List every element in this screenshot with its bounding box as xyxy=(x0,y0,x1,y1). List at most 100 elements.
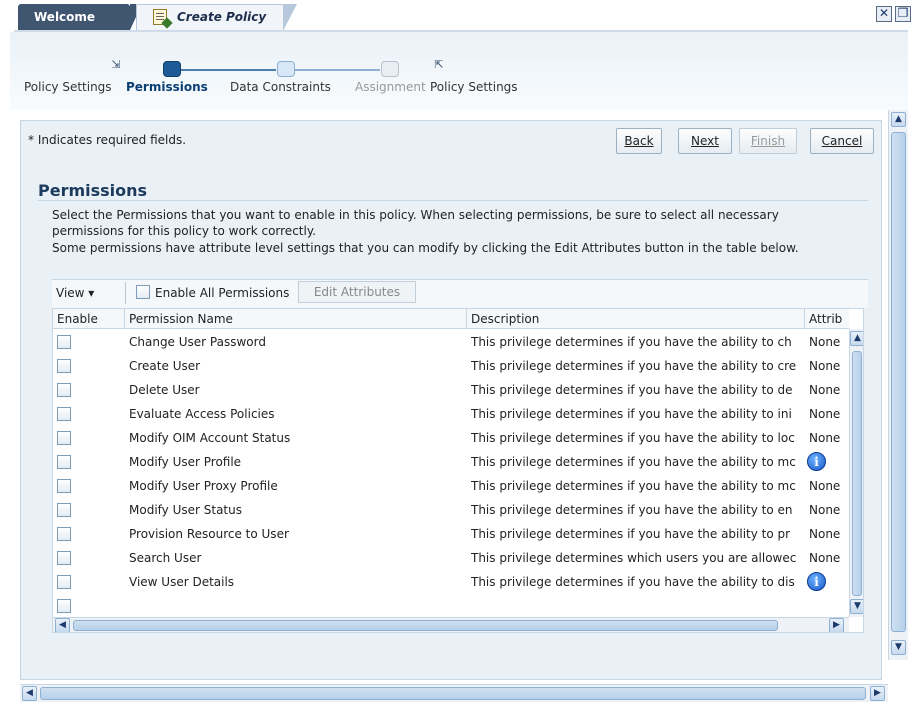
enable-checkbox[interactable] xyxy=(57,503,71,517)
description-line-1: Select the Permissions that you want to … xyxy=(52,208,779,222)
train-connector-2 xyxy=(294,69,380,71)
permission-name-cell: Modify User Proxy Profile xyxy=(129,479,278,493)
description-cell: This privilege determines if you have th… xyxy=(471,527,791,541)
enable-checkbox[interactable] xyxy=(57,359,71,373)
enable-cell xyxy=(53,330,125,354)
enable-checkbox[interactable] xyxy=(57,407,71,421)
table-row[interactable]: View User Details This privilege determin… xyxy=(53,570,849,594)
page-scroll-up-icon[interactable]: ▲ xyxy=(891,112,906,127)
enable-checkbox[interactable] xyxy=(57,527,71,541)
page-hscroll-thumb[interactable] xyxy=(40,687,866,700)
section-title: Permissions xyxy=(38,181,148,200)
page-scroll-right-icon[interactable]: ▶ xyxy=(870,686,885,701)
attributes-cell: None xyxy=(809,431,841,445)
table-row[interactable]: Modify OIM Account Status This privilege … xyxy=(53,426,849,450)
table-vertical-scrollbar[interactable]: ▲ ▼ xyxy=(849,329,863,617)
page-vertical-scrollbar[interactable]: ▲ ▼ xyxy=(888,110,908,660)
permission-name-cell: Change User Password xyxy=(129,335,266,349)
table-row[interactable]: Change User Password This privilege deter… xyxy=(53,330,849,354)
enable-cell xyxy=(53,474,125,498)
table-row[interactable]: Search User This privilege determines whi… xyxy=(53,546,849,570)
enable-cell xyxy=(53,546,125,570)
train-label-permissions: Permissions xyxy=(126,80,208,94)
train-label-policy-settings-next[interactable]: Policy Settings xyxy=(430,80,518,94)
scroll-down-icon[interactable]: ▼ xyxy=(850,599,863,614)
page-scroll-left-icon[interactable]: ◀ xyxy=(22,686,37,701)
scroll-right-icon[interactable]: ▶ xyxy=(829,618,844,632)
description-cell: This privilege determines if you have th… xyxy=(471,455,796,469)
page-scroll-down-icon[interactable]: ▼ xyxy=(891,640,906,655)
enable-all-label[interactable]: Enable All Permissions xyxy=(155,286,289,300)
description-line-2: permissions for this policy to work corr… xyxy=(52,224,317,238)
train-label-data-constraints[interactable]: Data Constraints xyxy=(230,80,331,94)
next-button[interactable]: Next xyxy=(678,128,732,154)
table-row[interactable]: Modify User Status This privilege determi… xyxy=(53,498,849,522)
train-label-policy-settings-prev[interactable]: Policy Settings xyxy=(24,80,112,94)
table-row[interactable]: Modify User Profile This privilege determ… xyxy=(53,450,849,474)
column-header-permission-name[interactable]: Permission Name xyxy=(125,309,467,329)
enable-checkbox[interactable] xyxy=(57,551,71,565)
permission-name-cell: Evaluate Access Policies xyxy=(129,407,275,421)
app-root: Welcome Create Policy ✕ ❐ ⇲ ⇱ Policy Set… xyxy=(0,0,921,704)
attributes-cell: None xyxy=(809,527,841,541)
enable-all-checkbox[interactable] xyxy=(136,285,150,299)
permission-name-cell: Delete User xyxy=(129,383,200,397)
enable-checkbox[interactable] xyxy=(57,383,71,397)
attributes-cell: None xyxy=(809,503,841,517)
enable-cell xyxy=(53,426,125,450)
table-vscroll-thumb[interactable] xyxy=(852,351,862,596)
page-vscroll-thumb[interactable] xyxy=(891,132,906,632)
enable-cell xyxy=(53,354,125,378)
tab-create-policy[interactable]: Create Policy xyxy=(136,4,297,31)
scroll-up-icon[interactable]: ▲ xyxy=(850,331,863,346)
attributes-cell: None xyxy=(809,335,841,349)
enable-checkbox[interactable] xyxy=(57,575,71,589)
table-horizontal-scrollbar[interactable]: ◀ ▶ xyxy=(53,617,849,632)
table-row[interactable]: Evaluate Access Policies This privilege d… xyxy=(53,402,849,426)
column-header-description[interactable]: Description xyxy=(467,309,805,329)
back-button[interactable]: Back xyxy=(616,128,662,154)
table-row[interactable]: Delete User This privilege determines if … xyxy=(53,378,849,402)
table-row[interactable]: Modify User Proxy Profile This privilege … xyxy=(53,474,849,498)
enable-checkbox[interactable] xyxy=(57,335,71,349)
train-stop-assignment xyxy=(381,61,399,77)
cancel-button[interactable]: Cancel xyxy=(810,128,874,154)
view-menu[interactable]: View ▾ xyxy=(56,286,94,300)
enable-checkbox[interactable] xyxy=(57,455,71,469)
restore-icon[interactable]: ❐ xyxy=(895,6,911,22)
description-cell: This privilege determines if you have th… xyxy=(471,359,797,373)
close-tab-icon[interactable]: ✕ xyxy=(876,6,892,22)
enable-cell xyxy=(53,402,125,426)
table-row-partial xyxy=(53,594,849,613)
next-train-icon[interactable]: ⇱ xyxy=(430,58,448,72)
train-stop-data-constraints[interactable] xyxy=(277,61,295,77)
enable-checkbox[interactable] xyxy=(57,479,71,493)
enable-checkbox[interactable] xyxy=(57,431,71,445)
description-cell: This privilege determines if you have th… xyxy=(471,431,795,445)
permission-name-cell: Modify User Status xyxy=(129,503,242,517)
tab-create-policy-label: Create Policy xyxy=(177,10,267,24)
column-header-attributes[interactable]: Attrib xyxy=(805,309,849,329)
table-row[interactable]: Create User This privilege determines if … xyxy=(53,354,849,378)
previous-train-icon[interactable]: ⇲ xyxy=(107,58,125,72)
section-divider xyxy=(38,200,868,201)
tab-welcome-label: Welcome xyxy=(34,10,96,24)
description-cell: This privilege determines if you have th… xyxy=(471,503,793,517)
table-row[interactable]: Provision Resource to User This privilege… xyxy=(53,522,849,546)
tab-welcome[interactable]: Welcome xyxy=(18,4,142,30)
enable-checkbox[interactable] xyxy=(57,599,71,613)
enable-cell xyxy=(53,522,125,546)
page-horizontal-scrollbar[interactable]: ◀ ▶ xyxy=(20,684,888,702)
description-line-3: Some permissions have attribute level se… xyxy=(52,241,799,255)
description-cell: This privilege determines if you have th… xyxy=(471,479,796,493)
table-hscroll-thumb[interactable] xyxy=(73,620,778,631)
train-stop-permissions[interactable] xyxy=(163,61,181,77)
finish-button: Finish xyxy=(739,128,797,154)
permissions-table: Enable Permission Name Description Attri… xyxy=(52,308,864,633)
scroll-left-icon[interactable]: ◀ xyxy=(55,618,70,632)
permission-name-cell: Search User xyxy=(129,551,202,565)
info-icon[interactable]: i xyxy=(807,572,826,591)
toolbar-separator xyxy=(125,282,126,304)
info-icon[interactable]: i xyxy=(807,452,826,471)
column-header-enable[interactable]: Enable xyxy=(53,309,125,329)
